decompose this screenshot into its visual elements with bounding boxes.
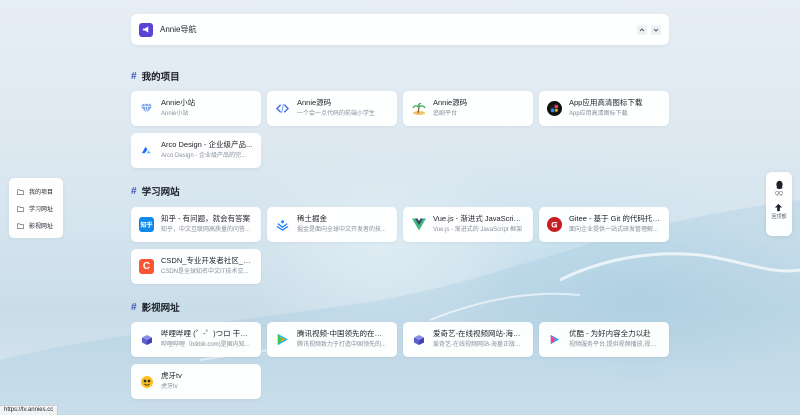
section-title-learning: # 学习网站	[131, 185, 180, 199]
tencent-video-icon	[275, 332, 290, 347]
site-card[interactable]: 优酷 - 为好内容全力以赴 视频服务平台,提供视频播放,视频...	[539, 322, 669, 357]
code-icon	[275, 101, 290, 116]
cube-icon	[411, 332, 426, 347]
chevron-up-icon	[639, 27, 645, 31]
diamond-icon	[139, 101, 154, 116]
qq-icon	[775, 180, 783, 189]
section-title-video: # 影视网址	[131, 301, 180, 315]
section-title-my-projects: # 我的项目	[131, 70, 180, 84]
site-card[interactable]: Arco Design - 企业级产品... Arco Design - 企业级产…	[131, 133, 261, 168]
scroll-up-button[interactable]	[637, 24, 647, 35]
site-card[interactable]: Annie源码 一个会一点代码的前端小学生	[267, 91, 397, 126]
site-card[interactable]: 知乎 知乎 - 有问题，就会有答案 知乎，中文互联网高质量的问答...	[131, 207, 261, 242]
juejin-icon	[275, 217, 290, 232]
scroll-down-button[interactable]	[651, 24, 661, 35]
site-card[interactable]: Annie源码 追剧平台	[403, 91, 533, 126]
huya-icon	[139, 374, 154, 389]
hash-icon: #	[131, 185, 137, 197]
site-card[interactable]: Vue.js - 渐进式 JavaScript ... Vue.js - 渐进式的…	[403, 207, 533, 242]
header-bar: Annie导航	[131, 14, 669, 45]
qq-button[interactable]: QQ	[775, 180, 784, 197]
site-card[interactable]: 腾讯视频-中国领先的在线视... 腾讯视频致力于打造中国领先的...	[267, 322, 397, 357]
status-bar-url: https://tv.annies.cc	[0, 405, 59, 415]
background-image	[0, 200, 800, 415]
arrow-up-icon	[775, 203, 783, 212]
float-toolbar: QQ 回顶部	[766, 172, 792, 236]
site-card[interactable]: 哔哩哔哩 (゜-゜)つロ 干杯~... 哔哩哔哩（bilibili.com)是国内…	[131, 322, 261, 357]
site-card[interactable]: Annie小站 Annie小站	[131, 91, 261, 126]
side-nav: 我的项目 学习网址 影视网址	[9, 178, 63, 238]
sidenav-item-my-projects[interactable]: 我的项目	[17, 183, 63, 200]
megaphone-icon	[139, 22, 153, 37]
youku-icon	[547, 332, 562, 347]
cube-icon	[139, 332, 154, 347]
zhihu-icon: 知乎	[139, 217, 154, 232]
site-card[interactable]: 爱奇艺-在线视频网站-海量... 爱奇艺-在线视频网站-海量正版...	[403, 322, 533, 357]
arco-icon	[139, 143, 154, 158]
site-card[interactable]: 稀土掘金 掘金是面向全球中文开发者的技...	[267, 207, 397, 242]
csdn-icon: C	[139, 259, 154, 274]
sidenav-item-video[interactable]: 影视网址	[17, 217, 63, 234]
site-card[interactable]: Gitee - 基于 Git 的代码托管... 面向企业提供一站式研发管理解...	[539, 207, 669, 242]
sidenav-item-learning[interactable]: 学习网址	[17, 200, 63, 217]
folder-icon	[17, 189, 24, 195]
hash-icon: #	[131, 70, 137, 82]
site-card[interactable]: App应用高清图标下载 App应用高清图标下载	[539, 91, 669, 126]
folder-icon	[17, 206, 24, 212]
folder-icon	[17, 223, 24, 229]
island-icon	[411, 101, 426, 116]
app-icon	[547, 101, 562, 116]
site-card[interactable]: 虎牙tv 虎牙tv	[131, 364, 261, 399]
site-card[interactable]: C CSDN_专业开发者社区_已... CSDN是全球知名中文IT技术交...	[131, 249, 261, 284]
back-to-top-button[interactable]: 回顶部	[771, 203, 787, 220]
vue-icon	[411, 217, 426, 232]
hash-icon: #	[131, 301, 137, 313]
chevron-down-icon	[653, 28, 659, 32]
gitee-icon	[547, 217, 562, 232]
site-title: Annie导航	[160, 25, 197, 34]
